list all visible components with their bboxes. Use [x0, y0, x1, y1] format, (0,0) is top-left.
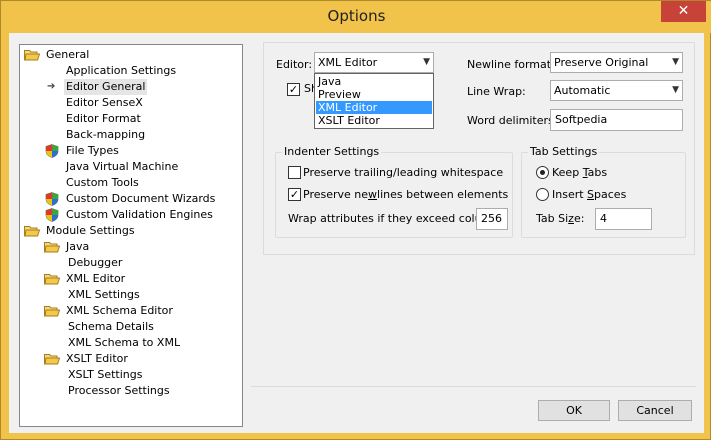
tree-item-label: Java: [66, 240, 90, 253]
folder-open-icon: [44, 273, 61, 285]
indenter-settings-title: Indenter Settings: [282, 145, 382, 158]
tree-item-label: Custom Validation Engines: [66, 208, 213, 221]
editor-label: Editor:: [276, 58, 313, 71]
tree-item-label: Back-mapping: [66, 128, 146, 141]
tree-item-label: Editor Format: [66, 112, 141, 125]
chevron-down-icon: ▼: [672, 57, 679, 67]
dropdown-option-preview[interactable]: Preview: [316, 88, 432, 101]
tree-item-label: Module Settings: [46, 224, 135, 237]
tree-item[interactable]: Back-mapping: [20, 127, 242, 143]
dropdown-option-xml-editor[interactable]: XML Editor: [316, 101, 432, 114]
tab-size-label: Tab Size:: [536, 212, 585, 225]
tree-item-label: Application Settings: [66, 64, 177, 77]
shield-icon: [45, 192, 59, 206]
editor-select[interactable]: XML Editor ▼: [314, 52, 434, 73]
dropdown-option-java[interactable]: Java: [316, 75, 432, 88]
folder-open-icon: [44, 305, 61, 317]
keep-tabs-radio[interactable]: [536, 166, 549, 179]
tree-item[interactable]: XSLT Editor: [20, 351, 242, 367]
preserve-whitespace-checkbox[interactable]: [288, 166, 301, 179]
wrap-column-input[interactable]: 256: [476, 208, 508, 230]
shield-icon: [45, 208, 59, 222]
tab-settings-title: Tab Settings: [528, 145, 600, 158]
tree-item-label: File Types: [66, 144, 119, 157]
options-tree[interactable]: General Application Settings ➔ Editor Gener…: [19, 44, 243, 427]
dropdown-option-xslt-editor[interactable]: XSLT Editor: [316, 114, 432, 127]
tree-item[interactable]: Editor Format: [20, 111, 242, 127]
word-delimiters-label: Word delimiters:: [467, 114, 558, 127]
tree-item-label: XSLT Settings: [68, 368, 143, 381]
chevron-down-icon: ▼: [423, 57, 430, 67]
tree-item-label: XML Editor: [66, 272, 126, 285]
tree-item[interactable]: XSLT Settings: [20, 367, 242, 383]
tree-item[interactable]: XML Schema Editor: [20, 303, 242, 319]
tree-item-label: Debugger: [68, 256, 123, 269]
tree-item[interactable]: Custom Tools: [20, 175, 242, 191]
tree-item[interactable]: Module Settings: [20, 223, 242, 239]
tree-item[interactable]: XML Settings: [20, 287, 242, 303]
preserve-newlines-label: Preserve newlines between elements: [303, 188, 509, 201]
tree-item-label: XML Schema Editor: [66, 304, 173, 317]
options-window: Options ✕ General Application Settings ➔ Ed…: [0, 0, 711, 440]
preserve-newlines-checkbox[interactable]: ✓: [288, 188, 301, 201]
tree-item-label: Schema Details: [68, 320, 154, 333]
line-wrap-label: Line Wrap:: [467, 85, 526, 98]
word-delimiters-input[interactable]: Softpedia: [550, 109, 683, 131]
tree-item-label: Custom Tools: [66, 176, 139, 189]
line-wrap-value: Automatic: [554, 84, 611, 97]
insert-spaces-label: Insert Spaces: [552, 188, 627, 201]
tree-item[interactable]: Application Settings: [20, 63, 242, 79]
newline-format-select[interactable]: Preserve Original ▼: [550, 52, 683, 73]
close-button[interactable]: ✕: [661, 1, 706, 22]
editor-select-value: XML Editor: [318, 56, 378, 69]
tree-item[interactable]: Processor Settings: [20, 383, 242, 399]
tree-item-label: XSLT Editor: [66, 352, 128, 365]
tree-item[interactable]: Debugger: [20, 255, 242, 271]
editor-dropdown-list[interactable]: Java Preview XML Editor XSLT Editor: [314, 73, 434, 129]
tree-item-label: Java Virtual Machine: [66, 160, 179, 173]
insert-spaces-radio[interactable]: [536, 188, 549, 201]
tree-item-label: Editor General: [64, 79, 148, 95]
show-checkbox[interactable]: ✓: [287, 83, 300, 96]
newline-format-value: Preserve Original: [554, 56, 649, 69]
folder-open-icon: [44, 353, 61, 365]
tree-item-label: XML Settings: [68, 288, 140, 301]
title-bar[interactable]: Options ✕: [1, 1, 711, 33]
tree-item-label: General: [46, 48, 90, 61]
tree-item-label: Custom Document Wizards: [66, 192, 216, 205]
button-separator: [251, 386, 696, 387]
folder-open-icon: [24, 49, 41, 61]
ok-button[interactable]: OK: [538, 400, 610, 421]
folder-open-icon: [44, 241, 61, 253]
dialog-client: General Application Settings ➔ Editor Gener…: [9, 33, 704, 433]
tree-item[interactable]: Editor SenseX: [20, 95, 242, 111]
preserve-whitespace-label: Preserve trailing/leading whitespace: [303, 166, 504, 179]
tree-item[interactable]: XML Editor: [20, 271, 242, 287]
tree-item[interactable]: General: [20, 47, 242, 63]
folder-open-icon: [24, 225, 41, 237]
tree-item[interactable]: Schema Details: [20, 319, 242, 335]
tree-item[interactable]: File Types: [20, 143, 242, 159]
arrow-icon: ➔: [47, 81, 56, 92]
line-wrap-select[interactable]: Automatic ▼: [550, 80, 683, 101]
tree-item[interactable]: Custom Document Wizards: [20, 191, 242, 207]
keep-tabs-label: Keep Tabs: [552, 166, 608, 179]
cancel-button[interactable]: Cancel: [618, 400, 692, 421]
tree-item[interactable]: XML Schema to XML: [20, 335, 242, 351]
tree-item[interactable]: Java Virtual Machine: [20, 159, 242, 175]
tree-item-label: XML Schema to XML: [68, 336, 181, 349]
window-title: Options: [327, 7, 386, 25]
tree-item-label: Processor Settings: [68, 384, 170, 397]
shield-icon: [45, 144, 59, 158]
tree-item[interactable]: Java: [20, 239, 242, 255]
newline-format-label: Newline format:: [467, 58, 555, 71]
wrap-attributes-label: Wrap attributes if they exceed column: [288, 212, 500, 225]
chevron-down-icon: ▼: [672, 85, 679, 95]
tab-size-input[interactable]: 4: [595, 208, 652, 230]
tree-item-label: Editor SenseX: [66, 96, 143, 109]
tree-item[interactable]: Custom Validation Engines: [20, 207, 242, 223]
tree-item[interactable]: ➔ Editor General: [20, 79, 242, 95]
